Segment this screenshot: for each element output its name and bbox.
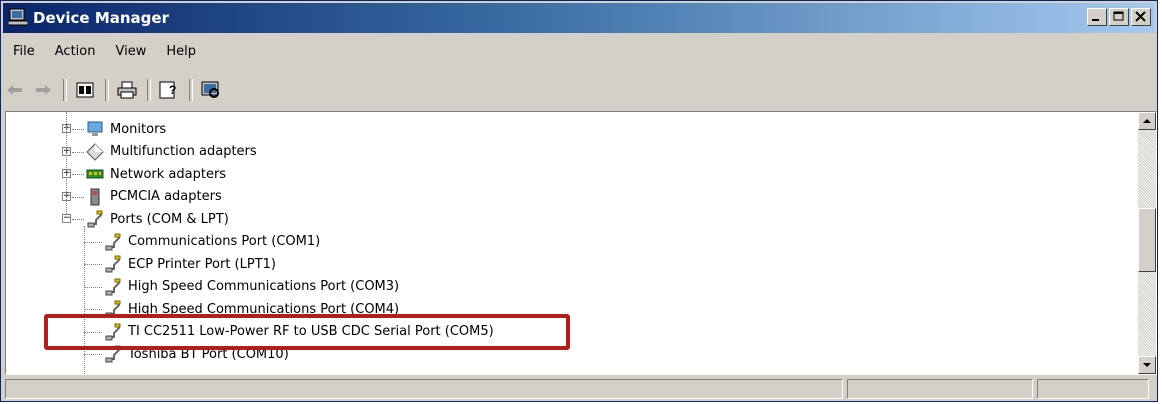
svg-text:?: ?: [169, 83, 176, 97]
toolbar-separator: [63, 79, 67, 101]
tree-item-category[interactable]: Monitors: [86, 118, 166, 140]
tree-connector: [84, 264, 102, 265]
scroll-down-button[interactable]: [1138, 356, 1156, 374]
tree-item-port[interactable]: Communications Port (COM1): [104, 231, 320, 253]
menu-view-label: View: [115, 44, 147, 59]
back-button[interactable]: [3, 79, 27, 101]
tree-connector: [72, 174, 84, 175]
menu-view[interactable]: View: [105, 41, 156, 65]
menu-action-label: Action: [54, 44, 96, 59]
collapse-icon[interactable]: −: [62, 214, 71, 223]
port-icon: [104, 278, 122, 296]
properties-icon: [76, 82, 94, 98]
scan-hardware-button[interactable]: [199, 79, 223, 101]
tree-item-label: Ports (COM & LPT): [110, 211, 229, 227]
tree-item-port[interactable]: High Speed Communications Port (COM3): [104, 276, 399, 298]
properties-button[interactable]: [73, 79, 97, 101]
scroll-thumb[interactable]: [1138, 208, 1156, 272]
tree-connector: [72, 219, 84, 220]
title-bar[interactable]: Device Manager: [3, 3, 1155, 33]
tree-connector: [72, 151, 84, 153]
menu-help[interactable]: Help: [156, 41, 206, 65]
arrow-up-icon: [1143, 119, 1151, 123]
menu-bar: File Action View Help: [3, 41, 206, 65]
minimize-button[interactable]: [1087, 8, 1107, 26]
tree-item-label: High Speed Communications Port (COM3): [128, 279, 400, 294]
device-manager-icon: [8, 8, 28, 26]
tree-item-label: ECP Printer Port (LPT1): [128, 256, 276, 272]
maximize-icon: [1113, 11, 1124, 21]
monitor-icon: [86, 120, 104, 138]
tree-connector: [84, 226, 85, 374]
help-icon: ?: [159, 81, 176, 99]
print-button[interactable]: [115, 79, 139, 101]
toolbar-separator: [147, 79, 151, 101]
scan-hardware-icon: [201, 81, 219, 98]
print-icon: [117, 81, 137, 99]
toolbar: ?: [3, 75, 1155, 105]
tree-item-category[interactable]: Network adapters: [86, 163, 226, 185]
window-title: Device Manager: [33, 9, 169, 27]
menu-file-label: File: [13, 44, 35, 59]
tree-item-category[interactable]: Multifunction adapters: [86, 141, 257, 163]
scroll-up-button[interactable]: [1138, 112, 1156, 130]
status-cell-3: [1037, 379, 1149, 399]
tree-item-port[interactable]: ECP Printer Port (LPT1): [104, 253, 276, 275]
network-icon: [86, 165, 104, 183]
highlight-box: [44, 314, 570, 350]
tree-connector: [72, 196, 84, 198]
tree-item-label: Communications Port (COM1): [128, 234, 321, 249]
tree-connector: [66, 112, 67, 214]
port-icon: [104, 255, 122, 273]
tree-connector: [84, 354, 102, 355]
help-button[interactable]: ?: [157, 79, 181, 101]
forward-icon: [36, 85, 51, 95]
multifunction-icon: [86, 142, 104, 161]
menu-file[interactable]: File: [3, 41, 45, 65]
tree-connector: [84, 241, 102, 243]
tree-connector: [84, 286, 102, 288]
back-icon: [7, 85, 22, 95]
maximize-button[interactable]: [1109, 8, 1129, 26]
status-cell-main: [5, 379, 843, 399]
close-button[interactable]: [1131, 8, 1151, 26]
status-bar: [5, 379, 1153, 399]
vertical-scrollbar[interactable]: [1138, 112, 1156, 374]
tree-item-category[interactable]: PCMCIA adapters: [86, 186, 222, 208]
status-cell-2: [847, 379, 1033, 399]
port-icon: [86, 210, 104, 228]
port-icon: [104, 233, 122, 251]
toolbar-separator: [105, 79, 109, 101]
tree-item-label: PCMCIA adapters: [110, 189, 222, 204]
close-icon: [1135, 11, 1146, 22]
menu-action[interactable]: Action: [45, 41, 106, 65]
tree-item-label: Network adapters: [110, 166, 227, 182]
tree-item-category[interactable]: Ports (COM & LPT): [86, 208, 229, 230]
tree-connector: [72, 129, 84, 130]
tree-item-label: Multifunction adapters: [110, 144, 257, 159]
tree-item-label: Monitors: [110, 121, 167, 137]
tree-connector: [84, 309, 102, 310]
forward-button[interactable]: [31, 79, 55, 101]
menu-help-label: Help: [166, 44, 196, 59]
arrow-down-icon: [1143, 363, 1151, 367]
pcmcia-icon: [86, 188, 104, 206]
toolbar-separator: [189, 79, 193, 101]
minimize-icon: [1092, 19, 1099, 21]
